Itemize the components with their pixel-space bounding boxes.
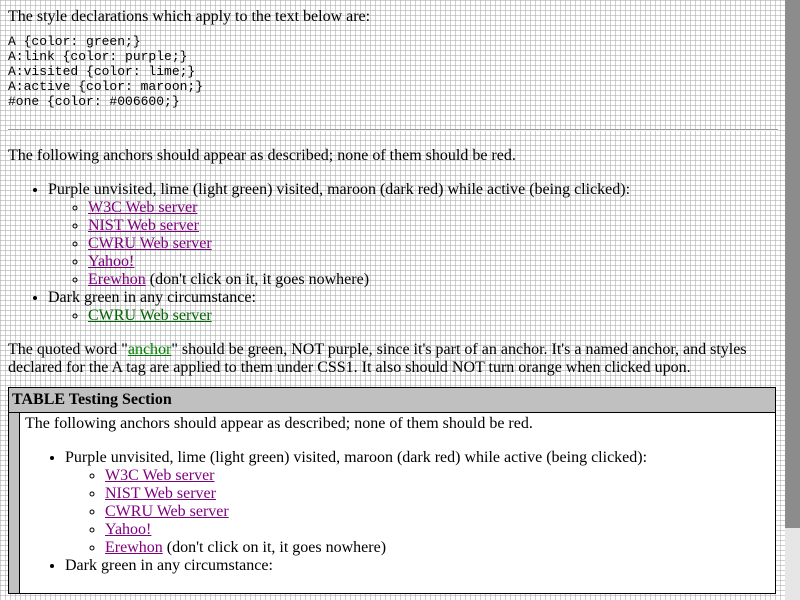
vertical-scrollbar[interactable]	[785, 0, 800, 600]
css-code-block: A {color: green;} A:link {color: purple;…	[8, 34, 204, 109]
erewhon-note: (don't click on it, it goes nowhere)	[145, 271, 370, 288]
list-item: Dark green in any circumstance:	[65, 557, 770, 575]
quoted-paragraph: The quoted word "anchor" should be green…	[8, 341, 778, 377]
anchors-description: The following anchors should appear as d…	[8, 147, 516, 164]
list-item: Purple unvisited, lime (light green) vis…	[65, 449, 770, 557]
link-list: W3C Web server NIST Web server CWRU Web …	[48, 199, 778, 289]
link-nist[interactable]: NIST Web server	[105, 485, 216, 502]
link-list: CWRU Web server	[48, 307, 778, 325]
table-side-cell	[8, 412, 20, 594]
link-erewhon[interactable]: Erewhon	[105, 539, 163, 556]
list-item: Dark green in any circumstance: CWRU Web…	[48, 289, 778, 325]
table-testing-section: TABLE Testing Section The following anch…	[8, 387, 776, 594]
anchors-list: Purple unvisited, lime (light green) vis…	[25, 449, 770, 575]
anchors-description: The following anchors should appear as d…	[25, 415, 533, 432]
list-item: Erewhon (don't click on it, it goes nowh…	[88, 271, 778, 289]
purple-description: Purple unvisited, lime (light green) vis…	[48, 181, 631, 198]
list-item: W3C Web server	[105, 467, 770, 485]
erewhon-note: (don't click on it, it goes nowhere)	[162, 539, 387, 556]
list-item: W3C Web server	[88, 199, 778, 217]
purple-description: Purple unvisited, lime (light green) vis…	[65, 449, 648, 466]
link-list: W3C Web server NIST Web server CWRU Web …	[65, 467, 770, 557]
list-item: CWRU Web server	[105, 503, 770, 521]
intro-text: The style declarations which apply to th…	[8, 8, 371, 25]
list-item: Yahoo!	[105, 521, 770, 539]
page-content: The style declarations which apply to th…	[8, 8, 778, 594]
list-item: Yahoo!	[88, 253, 778, 271]
named-anchor: anchor	[127, 341, 172, 358]
list-item: Purple unvisited, lime (light green) vis…	[48, 181, 778, 289]
link-cwru[interactable]: CWRU Web server	[88, 235, 212, 252]
green-description: Dark green in any circumstance:	[48, 289, 256, 306]
link-erewhon[interactable]: Erewhon	[88, 271, 146, 288]
table-body-cell: The following anchors should appear as d…	[20, 413, 776, 594]
list-item: CWRU Web server	[88, 307, 778, 325]
link-w3c[interactable]: W3C Web server	[105, 467, 215, 484]
green-description: Dark green in any circumstance:	[65, 557, 273, 574]
link-w3c[interactable]: W3C Web server	[88, 199, 198, 216]
link-yahoo[interactable]: Yahoo!	[88, 253, 134, 270]
link-cwru[interactable]: CWRU Web server	[105, 503, 229, 520]
scrollbar-thumb[interactable]	[785, 0, 800, 528]
divider	[8, 129, 778, 131]
list-item: NIST Web server	[105, 485, 770, 503]
list-item: Erewhon (don't click on it, it goes nowh…	[105, 539, 770, 557]
list-item: CWRU Web server	[88, 235, 778, 253]
link-nist[interactable]: NIST Web server	[88, 217, 199, 234]
anchors-list: Purple unvisited, lime (light green) vis…	[8, 181, 778, 325]
link-yahoo[interactable]: Yahoo!	[105, 521, 151, 538]
quoted-before: The quoted word "	[8, 341, 128, 358]
link-cwru-green[interactable]: CWRU Web server	[88, 307, 212, 324]
table-header: TABLE Testing Section	[8, 387, 776, 413]
list-item: NIST Web server	[88, 217, 778, 235]
